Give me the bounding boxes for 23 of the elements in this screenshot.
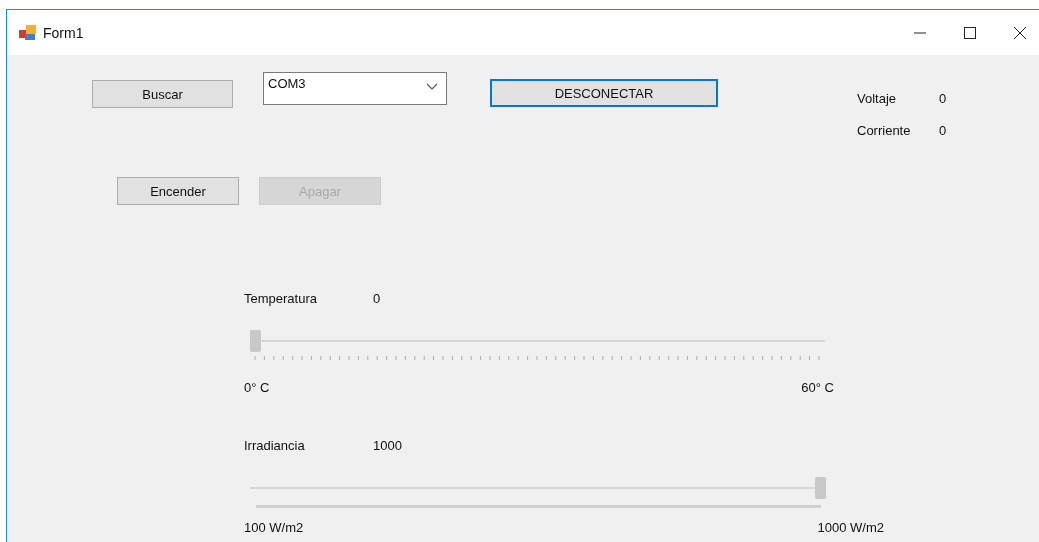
form-button[interactable]: Encender: [117, 177, 239, 205]
slider-label: Temperatura: [244, 291, 318, 306]
window-title: Form1: [43, 24, 84, 41]
form-button[interactable]: Buscar: [92, 80, 233, 108]
slider-thumb[interactable]: [250, 330, 261, 352]
slider-min-label: 100 W/m2: [244, 520, 304, 535]
slider-value: 0: [373, 291, 381, 306]
reading-value: 0: [939, 123, 947, 138]
chevron-down-icon: [426, 83, 438, 91]
reading-label: Corriente: [857, 123, 912, 138]
slider-max-label: 1000 W/m2: [817, 520, 884, 535]
slider-thumb[interactable]: [815, 477, 826, 499]
reading-value: 0: [939, 91, 947, 106]
slider-label: Irradiancia: [244, 438, 306, 453]
form-button[interactable]: DESCONECTAR: [490, 79, 718, 107]
reading-label: Voltaje: [857, 91, 898, 106]
maximize-icon[interactable]: [963, 25, 977, 40]
app-icon: [19, 24, 37, 41]
port-dropdown[interactable]: COM3: [263, 72, 447, 105]
slider-max-label: 60° C: [801, 380, 834, 395]
slider-min-label: 0° C: [244, 380, 270, 395]
slider-value: 1000: [373, 438, 402, 453]
close-icon[interactable]: [1013, 25, 1027, 40]
